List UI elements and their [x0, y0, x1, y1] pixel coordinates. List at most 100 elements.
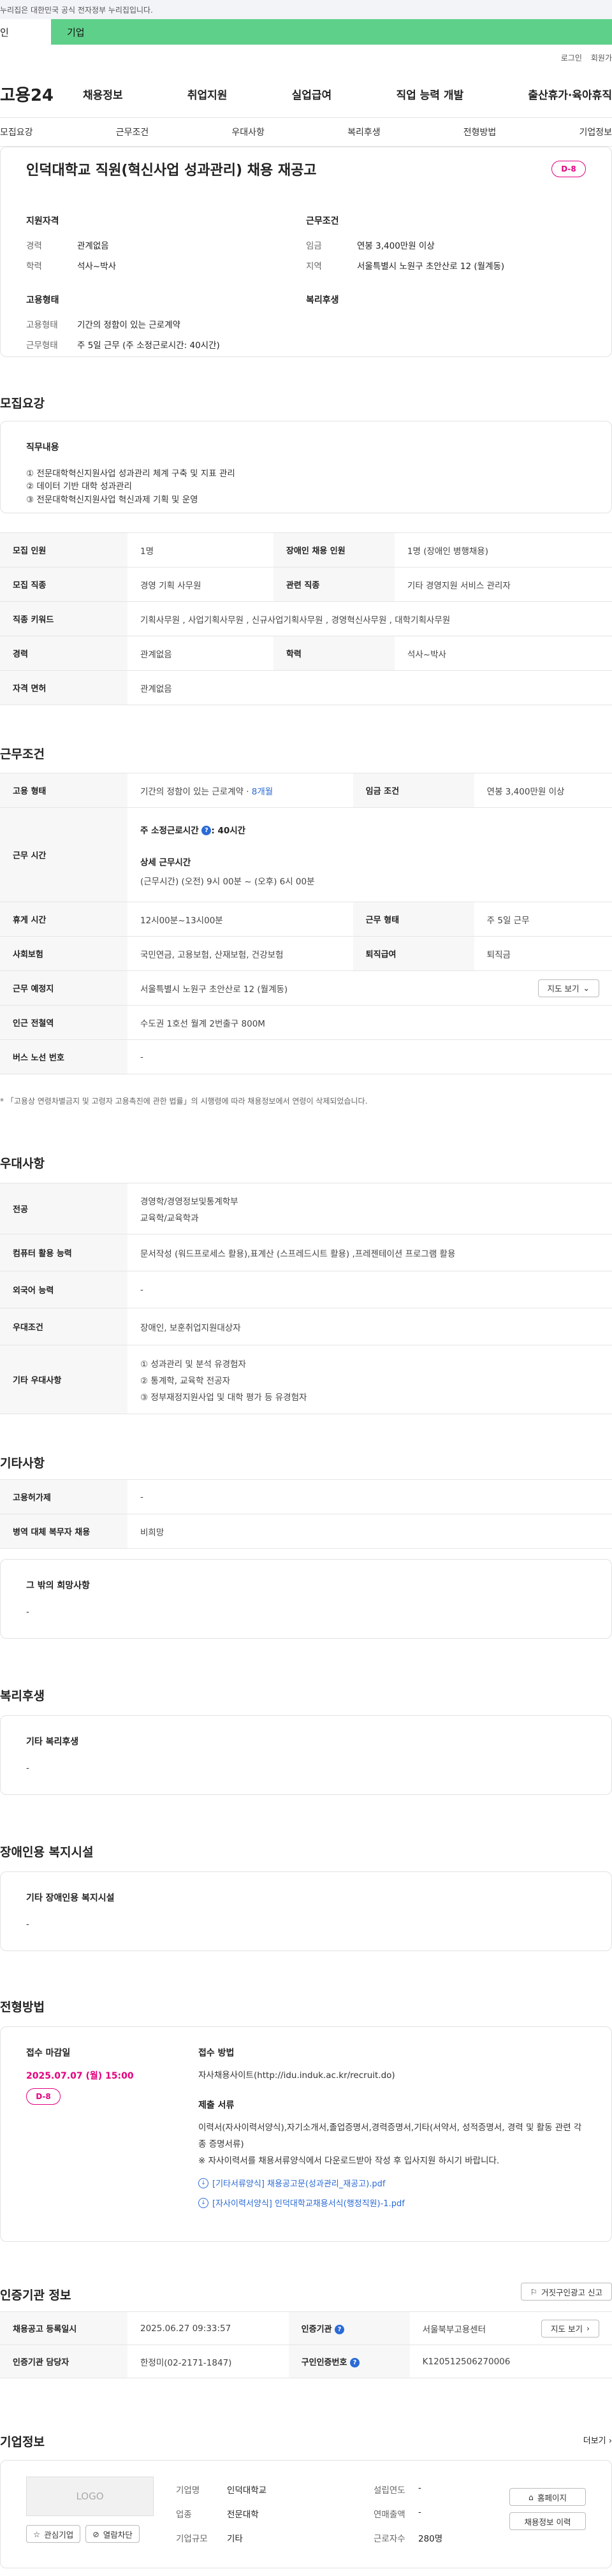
emp-label: 근무형태: [26, 340, 58, 351]
welfare-box: 기타 복리후생 -: [0, 1715, 612, 1795]
cell-value: 퇴직금: [474, 936, 612, 971]
cell-header: 학력: [273, 636, 395, 671]
welfare-summary-title: 복리후생: [306, 295, 339, 305]
anchor-welfare[interactable]: 복리후생: [347, 126, 381, 138]
company-label: 근로자수: [374, 2534, 405, 2544]
section-title-disability: 장애인용 복지시설: [0, 1845, 94, 1859]
cell-value: 기획사무원 , 사업기획사무원 , 신규사업기획사무원 , 경영혁신사무원 , …: [127, 601, 612, 636]
cell-value: 연봉 3,400만원 이상: [474, 773, 612, 808]
gnb-item-jobs[interactable]: 채용정보: [83, 86, 123, 102]
job-history-label: 채용정보 이력: [524, 2517, 571, 2527]
site-logo[interactable]: 고용24: [0, 82, 83, 106]
dday-badge: D-8: [551, 161, 586, 177]
pref-line: 경영학/경영정보및통계학부: [140, 1196, 238, 1207]
cell-header: 컴퓨터 활용 능력: [0, 1234, 127, 1271]
cell-header: 모집 직종: [0, 567, 127, 602]
other-wish-value: -: [26, 1607, 29, 1617]
cell-value: 비희망: [127, 1514, 612, 1549]
cell-value: 2025.06.27 09:33:57: [127, 2311, 289, 2345]
company-logo-area: LOGO ☆ 관심기업 ⊘ 열람차단: [26, 2477, 154, 2552]
company-more-link[interactable]: 더보기 ›: [583, 2434, 612, 2446]
duty-line: ① 전문대학혁신지원사업 성과관리 체계 구축 및 지표 관리: [26, 469, 235, 479]
section-title-cert: 인증기관 정보: [0, 2288, 71, 2302]
anchor-work[interactable]: 근무조건: [116, 126, 149, 138]
pref-line: 교육학/교육학과: [140, 1213, 199, 1224]
gnb-item-employment-support[interactable]: 취업지원: [187, 86, 228, 102]
file-link[interactable]: ↓ [기타서류양식] 채용공고문(성과관리_재공고).pdf: [198, 2177, 586, 2189]
contract-period-link[interactable]: 8개월: [252, 787, 273, 797]
report-button[interactable]: ⚐ 거짓구인광고 신고: [520, 2283, 612, 2301]
agency-map-button[interactable]: 지도 보기 ›: [541, 2319, 599, 2338]
cell-value: 1명 (장애인 병행채용): [394, 532, 612, 567]
anchor-pref[interactable]: 우대사항: [231, 126, 265, 138]
block-company-button[interactable]: ⊘ 열람차단: [85, 2525, 140, 2543]
anchor-company[interactable]: 기업정보: [579, 126, 612, 138]
company-label: 설립연도: [374, 2485, 405, 2496]
gov-banner-text: 누리집은 대한민국 공식 전자정부 누리집입니다.: [0, 5, 153, 15]
employment-title: 고용형태: [26, 295, 59, 305]
process-box: 접수 마감일 2025.07.07 (월) 15:00 D-8 접수 방법 자사…: [0, 2026, 612, 2242]
cell-header: 기타 우대사항: [0, 1345, 127, 1414]
cell-header: 우대조건: [0, 1308, 127, 1345]
section-title-etc: 기타사항: [0, 1456, 45, 1470]
anchor-recruit[interactable]: 모집요강: [0, 126, 33, 138]
cell-header: 사회보험: [0, 936, 127, 971]
gnb-item-training[interactable]: 직업 능력 개발: [396, 86, 463, 102]
favorite-company-button[interactable]: ☆ 관심기업: [26, 2525, 81, 2543]
cell-header: 전공: [0, 1183, 127, 1234]
gnb-item-leave[interactable]: 출산휴가·육아휴직: [528, 86, 612, 102]
login-link[interactable]: 로그인: [561, 52, 582, 63]
agency-map-button-label: 지도 보기: [551, 2324, 583, 2334]
cell-header: 퇴직급여: [353, 936, 474, 971]
section-title-company: 기업정보: [0, 2435, 45, 2449]
company-value: -: [418, 2483, 421, 2493]
cell-header: 휴게 시간: [0, 902, 127, 937]
cell-value: 한정미(02-2171-1847): [127, 2345, 289, 2378]
cell-header: 인근 전철역: [0, 1005, 127, 1040]
cell-value: 장애인, 보훈취업지원대상자: [127, 1308, 612, 1345]
cell-header: 경력: [0, 636, 127, 671]
company-info-grid: 기업명 인덕대학교 설립연도 - 업종 전문대학 연매출액 - 기업규모 기타 근로자수 280명: [176, 2477, 487, 2552]
tab-individual[interactable]: 인: [0, 19, 51, 45]
cell-header: 인증기관 담당자: [0, 2345, 127, 2378]
cell-value: -: [127, 1479, 612, 1514]
company-label: 연매출액: [374, 2510, 405, 2520]
cell-value: 서울북부고용센터 지도 보기 ›: [409, 2311, 612, 2345]
help-icon[interactable]: ?: [201, 826, 212, 835]
employment-block: 고용형태 고용형태 기간의 정함이 있는 근로계약 근무형태 주 5일 근무 (주 …: [26, 293, 306, 358]
anchor-process[interactable]: 전형방법: [463, 126, 497, 138]
cell-value: -: [127, 1271, 612, 1308]
tab-company[interactable]: 기업: [51, 19, 612, 45]
qual-label: 경력: [26, 241, 42, 251]
utility-bar: 로그인 회원가: [0, 45, 612, 70]
cell-header: 채용공고 등록일시: [0, 2311, 127, 2345]
cell-header-text: 인증기관: [301, 2325, 332, 2334]
file-link[interactable]: ↓ [자사이력서양식] 인덕대학교채용서식(행정직원)-1.pdf: [198, 2197, 586, 2209]
docs-value: 이력서(자사이력서양식),자기소개서,졸업증명서,경력증명서,기타(서약서, 성…: [198, 2123, 582, 2149]
duty-box: 직무내용 ① 전문대학혁신지원사업 성과관리 체계 구축 및 지표 관리 ② 데…: [0, 421, 612, 513]
cell-header: 병역 대체 복무자 채용: [0, 1514, 127, 1549]
welfare-value: -: [26, 1763, 29, 1773]
age-notice: * 「고용상 연령차별금지 및 고령자 고용촉진에 관한 법률」의 시행령에 따…: [0, 1097, 368, 1106]
help-icon[interactable]: ?: [349, 2358, 360, 2367]
deadline-value: 2025.07.07 (월) 15:00: [26, 2071, 134, 2081]
company-label: 업종: [176, 2510, 192, 2520]
emp-label: 고용형태: [26, 320, 58, 330]
cell-value: 주 5일 근무: [474, 902, 612, 937]
pref-table: 전공 경영학/경영정보및통계학부 교육학/교육학과 컴퓨터 활용 능력 문서작성 (워…: [0, 1183, 612, 1414]
cond-label: 지역: [306, 261, 322, 272]
help-icon[interactable]: ?: [335, 2325, 345, 2334]
section-title-pref: 우대사항: [0, 1157, 45, 1171]
disability-box: 기타 장애인용 복지시설 -: [0, 1871, 612, 1951]
cell-header: 임금 조건: [353, 773, 474, 808]
cell-header: 모집 인원: [0, 532, 127, 567]
emp-value: 기간의 정함이 있는 근로계약: [77, 320, 180, 330]
job-history-button[interactable]: 채용정보 이력: [509, 2512, 586, 2530]
signup-link[interactable]: 회원가: [591, 52, 612, 63]
gnb-item-unemployment[interactable]: 실업급여: [292, 86, 332, 102]
homepage-button[interactable]: ⌂ 홈페이지: [509, 2488, 586, 2506]
work-table: 고용 형태 기간의 정함이 있는 근로계약 · 8개월 임금 조건 연봉 3,4…: [0, 773, 612, 1074]
map-button[interactable]: 지도 보기 ⌄: [537, 979, 599, 997]
job-summary-card: 인덕대학교 직원(혁신사업 성과관리) 채용 재공고 D-8 지원자격 경력 관계…: [0, 147, 612, 357]
disability-value: -: [26, 1919, 29, 1929]
